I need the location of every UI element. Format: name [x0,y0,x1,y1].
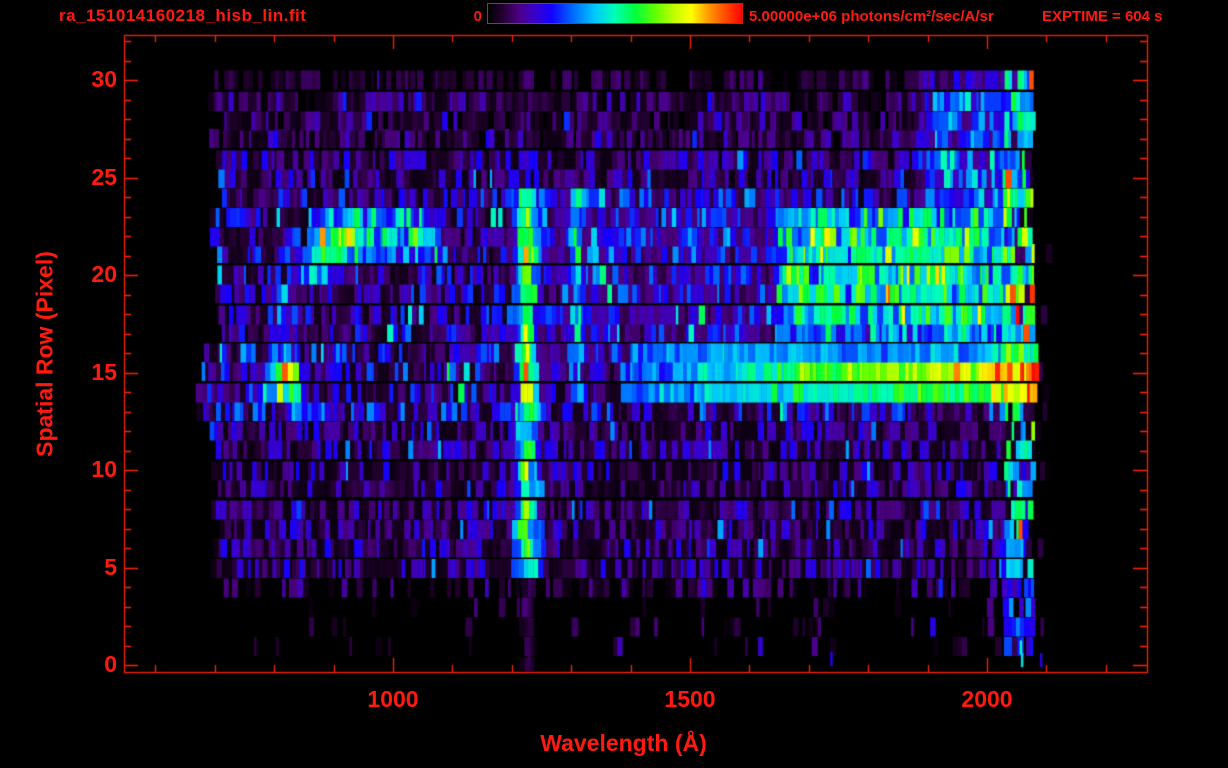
y-tick-label: 30 [91,66,117,92]
y-tick-label: 20 [91,261,117,287]
y-tick-label: 15 [91,358,117,385]
y-tick-label: 25 [91,163,117,190]
colorbar-min-label: 0 [473,8,482,25]
exptime-label: EXPTIME = 604 s [1042,8,1163,25]
y-axis-title: Spatial Row (Pixel) [31,250,58,457]
y-tick-label: 0 [104,651,117,677]
spectrogram-canvas [0,0,1228,768]
x-tick-label: 1500 [664,686,716,712]
colorbar [487,3,743,24]
x-tick-label: 2000 [961,686,1013,712]
filename-title: ra_151014160218_hisb_lin.fit [59,6,307,25]
plot-window: ra_151014160218_hisb_lin.fit 0 5.00000e+… [0,0,1228,768]
x-axis-title: Wavelength (Å) [540,730,707,756]
x-tick-label: 1000 [367,686,419,712]
colorbar-gradient [488,4,742,23]
colorbar-max-label: 5.00000e+06 photons/cm²/sec/A/sr [749,8,994,25]
y-tick-label: 10 [91,456,117,482]
y-tick-label: 5 [104,553,117,580]
